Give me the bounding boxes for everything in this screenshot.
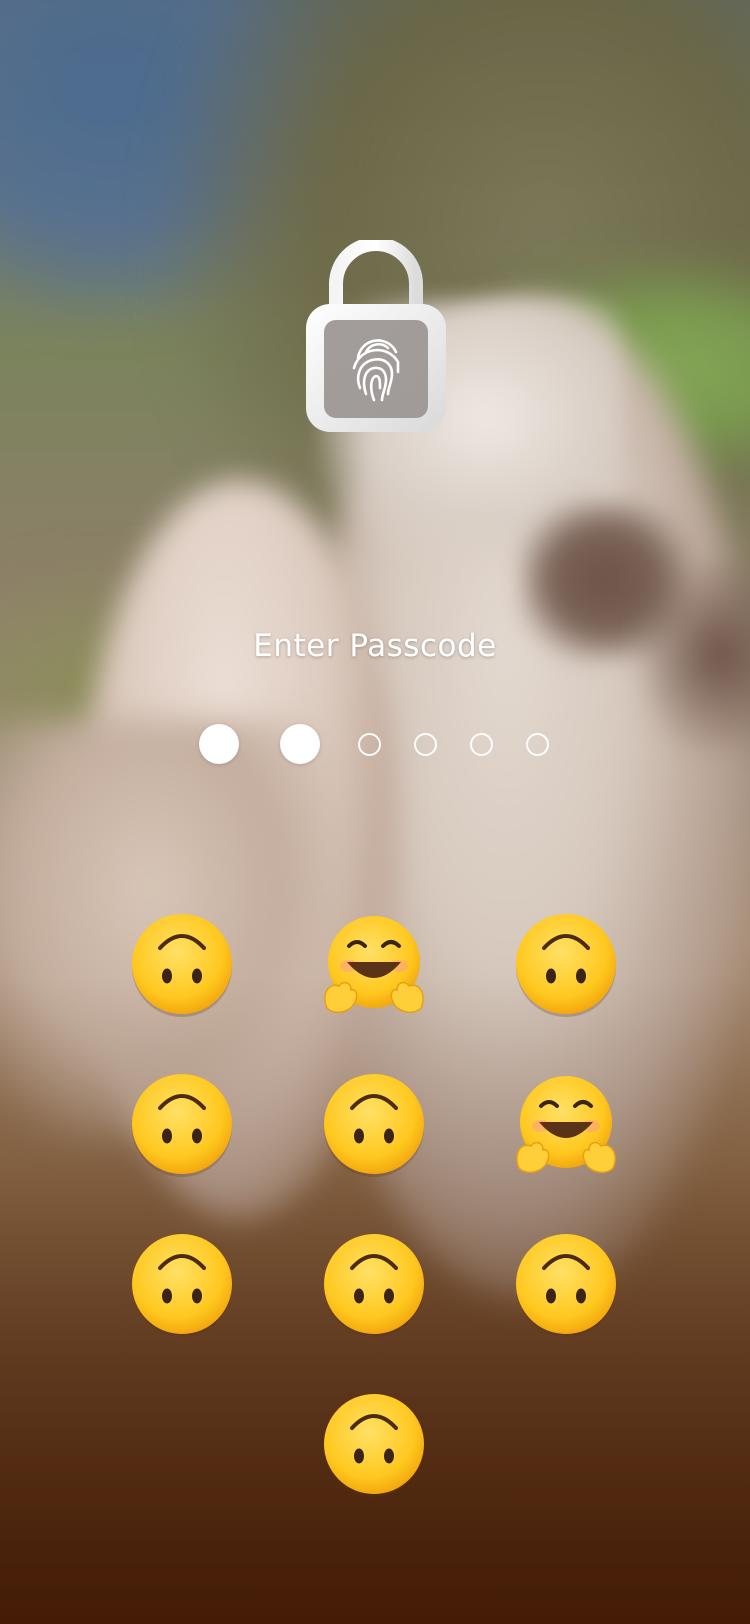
wallpaper-grass-left [0,560,380,820]
keypad-key-5[interactable] [319,1070,429,1180]
passcode-dot-empty [414,733,437,756]
keypad-key-3[interactable] [511,910,621,1020]
fingerprint-lock-icon [302,240,450,440]
upside-down-face-icon [516,1234,616,1337]
passcode-indicator [0,724,750,766]
padlock-icon [306,240,446,432]
wallpaper-hill [160,0,750,660]
upside-down-face-icon [324,1074,424,1177]
keypad-key-9[interactable] [511,1230,621,1340]
passcode-dot-filled [280,724,320,764]
hugging-face-icon [324,916,424,1014]
upside-down-face-icon [324,1234,424,1337]
keypad-key-1[interactable] [127,910,237,1020]
passcode-dot-empty [470,733,493,756]
enter-passcode-title: Enter Passcode [253,628,497,664]
lock-screen: Enter Passcode [0,0,750,1624]
keypad-key-8[interactable] [319,1230,429,1340]
keypad-key-6[interactable] [511,1070,621,1180]
keypad-key-0[interactable] [319,1390,429,1500]
passcode-dot-empty [526,733,549,756]
upside-down-face-icon [324,1394,424,1497]
keypad-key-7[interactable] [127,1230,237,1340]
upside-down-face-icon [132,914,232,1017]
hugging-face-icon [516,1076,616,1174]
passcode-dot-empty [358,733,381,756]
keypad-key-2[interactable] [319,910,429,1020]
keypad-key-4[interactable] [127,1070,237,1180]
upside-down-face-icon [132,1074,232,1177]
upside-down-face-icon [132,1234,232,1337]
passcode-dot-filled [199,724,239,764]
wallpaper-grass [480,260,750,480]
upside-down-face-icon [516,914,616,1017]
